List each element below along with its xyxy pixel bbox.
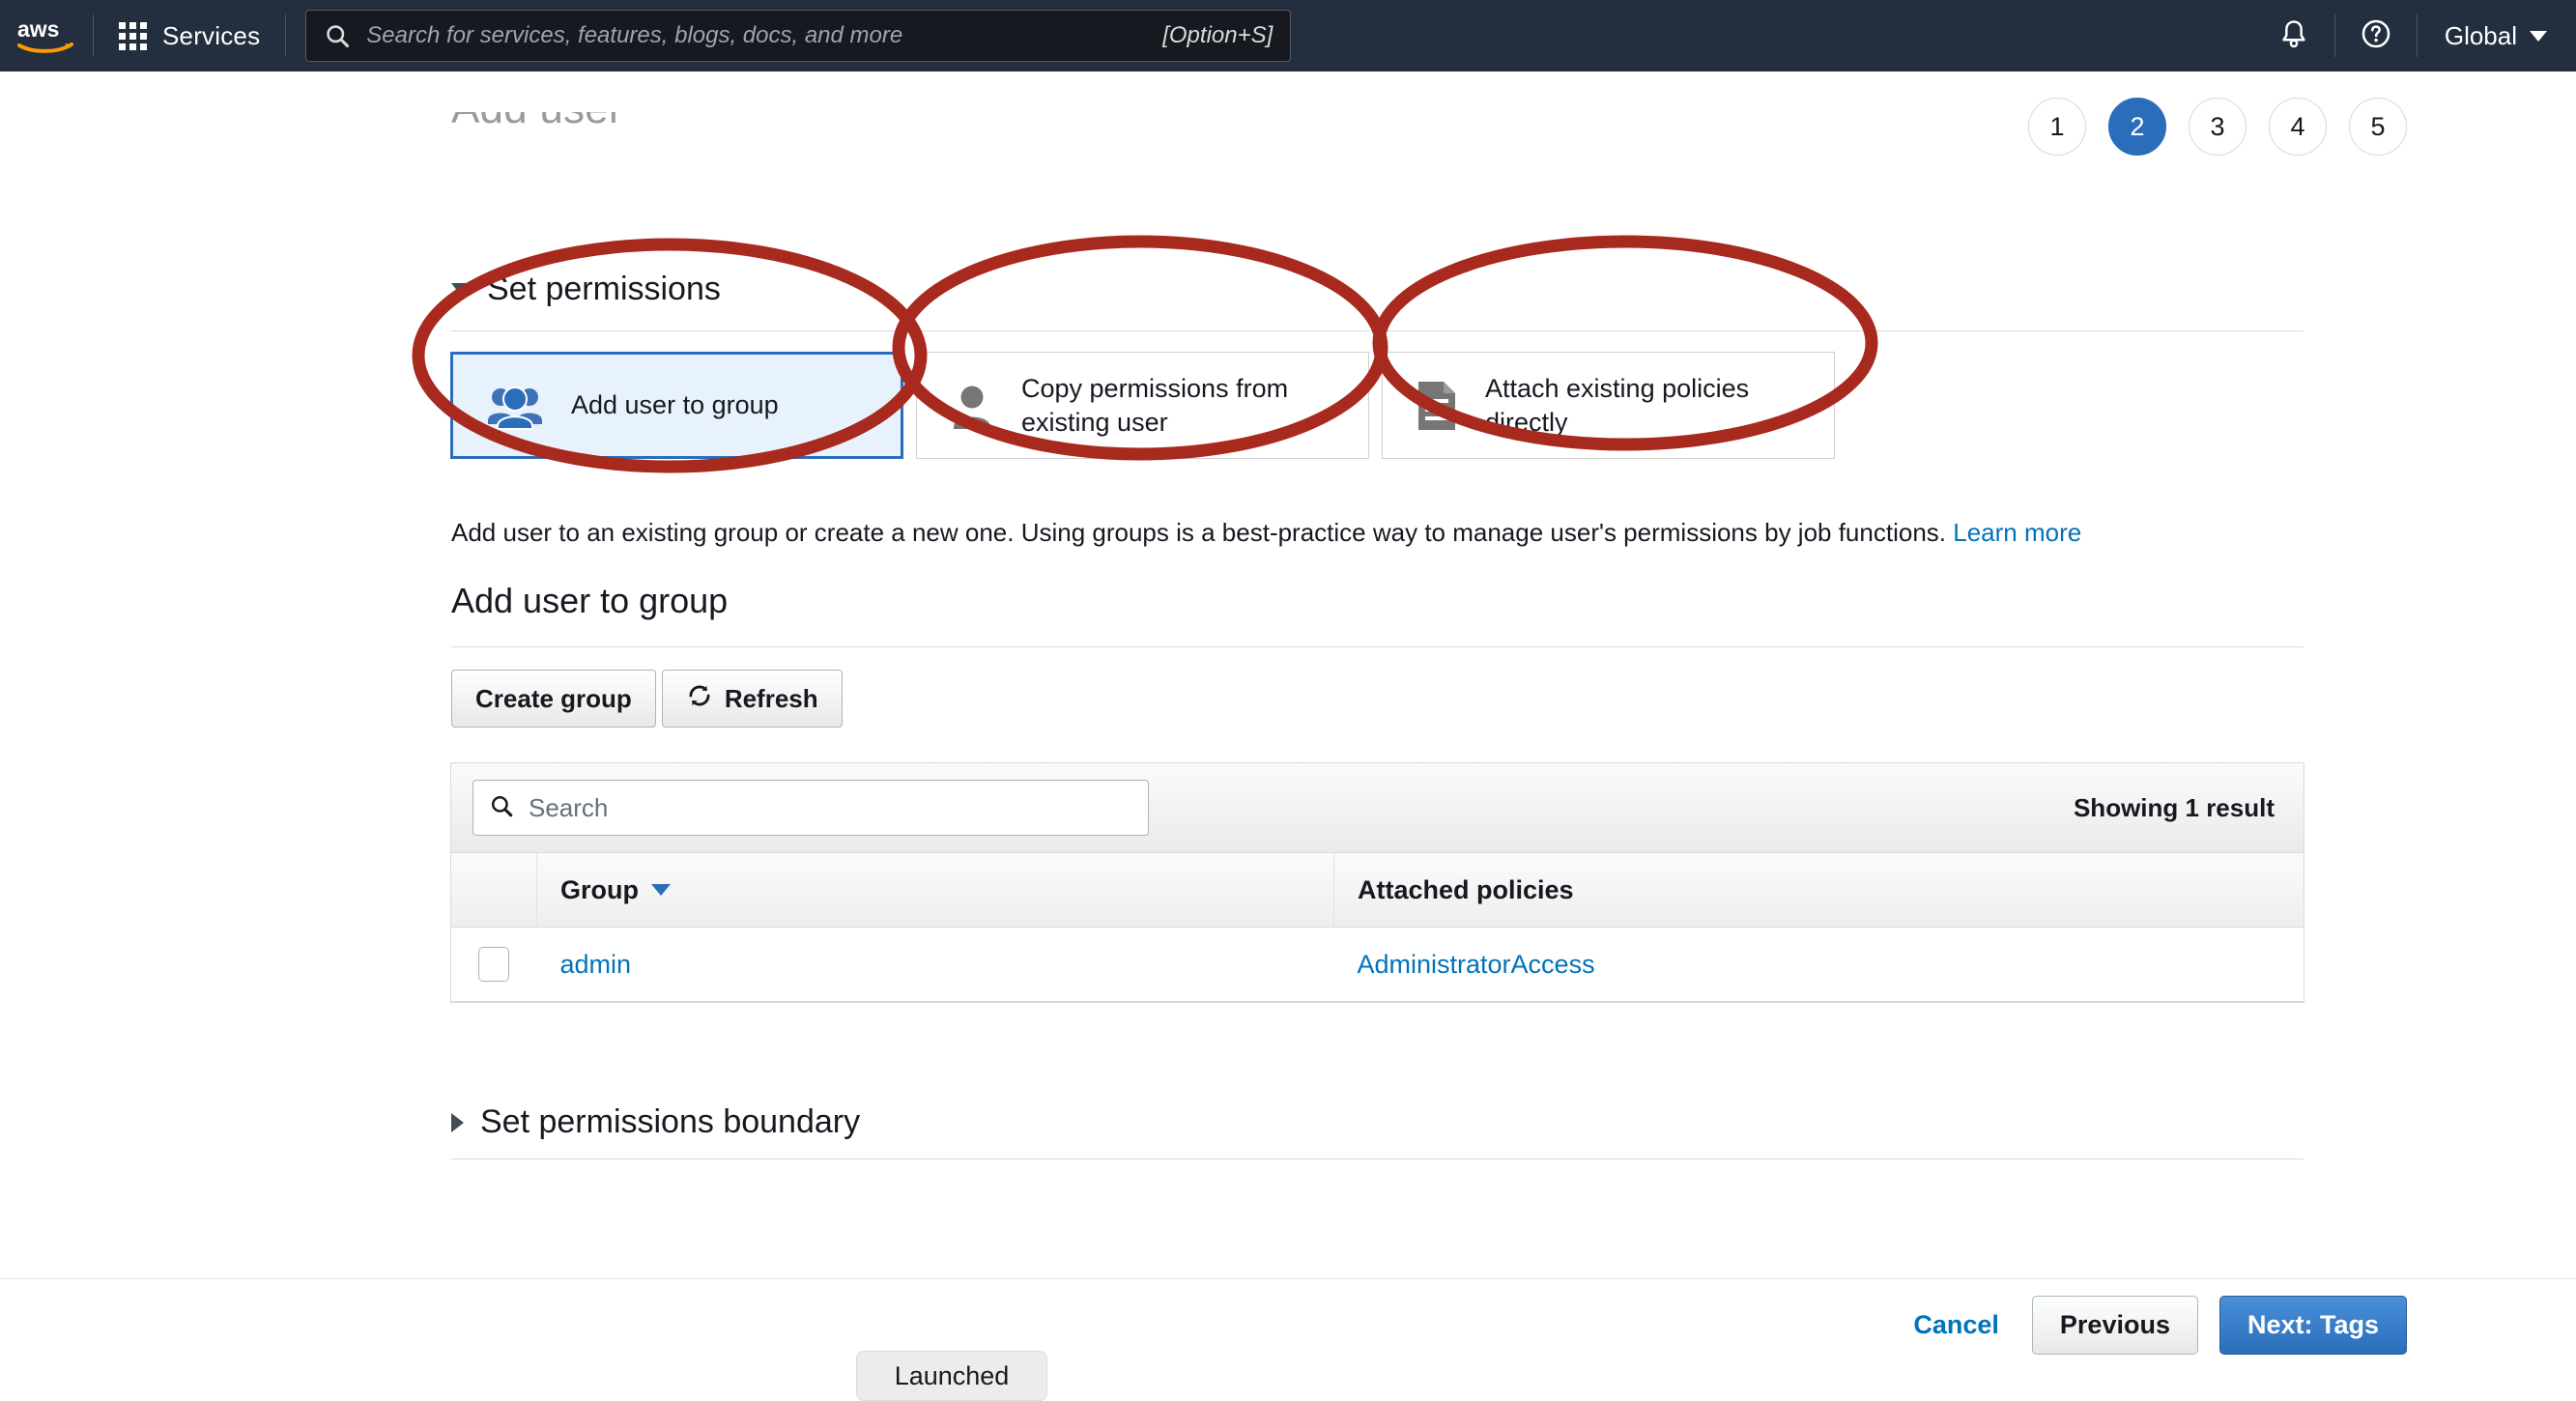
select-all-column-header [451, 853, 537, 928]
permission-option-cards: Add user to group Copy permissions from … [450, 352, 1835, 459]
group-column-label: Group [560, 874, 639, 904]
nav-right-cluster: Global [2253, 0, 2576, 71]
groups-table-head: Group Attached policies [451, 853, 2304, 928]
nav-divider [285, 14, 287, 57]
wizard-step-2[interactable]: 2 [2108, 98, 2166, 156]
region-selector[interactable]: Global [2418, 0, 2576, 71]
set-permissions-title: Set permissions [487, 271, 721, 307]
cancel-button[interactable]: Cancel [1902, 1310, 2011, 1340]
result-count-label: Showing 1 result [2073, 792, 2275, 822]
chevron-right-icon [451, 1112, 464, 1132]
groups-table-panel: Showing 1 result Group Attached policies [450, 762, 2304, 1003]
user-icon [950, 382, 994, 430]
search-shortcut-hint: [Option+S] [1162, 22, 1274, 48]
permission-card-copy-permissions[interactable]: Copy permissions from existing user [916, 352, 1369, 459]
page-title: Add user [451, 85, 623, 132]
row-policies-cell: AdministratorAccess [1333, 927, 2304, 1002]
svg-text:aws: aws [17, 16, 59, 42]
create-group-button[interactable]: Create group [451, 670, 656, 728]
permission-card-label: Attach existing policies directly [1485, 373, 1750, 437]
chevron-down-icon [2530, 30, 2547, 42]
document-lines-icon [1416, 380, 1458, 432]
page-content: Add user 1 2 3 4 5 Set permissions Add u… [0, 71, 2576, 1278]
create-group-label: Create group [475, 683, 632, 713]
help-button[interactable] [2335, 0, 2417, 71]
services-menu-label: Services [162, 20, 261, 50]
attached-policies-column-label: Attached policies [1358, 874, 1574, 904]
help-circle-icon [2360, 17, 2392, 55]
chevron-down-icon [451, 283, 471, 296]
refresh-icon [686, 682, 713, 716]
refresh-button[interactable]: Refresh [661, 670, 843, 728]
groups-table: Group Attached policies admin Administra… [451, 853, 2304, 1002]
launched-pill: Launched [856, 1351, 1047, 1401]
add-user-to-group-title: Add user to group [451, 581, 729, 620]
permission-card-attach-policies[interactable]: Attach existing policies directly [1382, 352, 1835, 459]
global-search-box[interactable]: [Option+S] [305, 10, 1292, 62]
groups-table-body: admin AdministratorAccess [451, 927, 2304, 1002]
row-group-cell: admin [536, 927, 1334, 1002]
top-navigation-bar: aws Services [Option+S] [0, 0, 2576, 71]
set-permissions-section-header[interactable]: Set permissions [451, 271, 721, 308]
section-divider [451, 330, 2304, 331]
permissions-help-text: Add user to an existing group or create … [451, 518, 2081, 548]
wizard-step-1[interactable]: 1 [2028, 98, 2086, 156]
permission-card-label: Copy permissions from existing user [1021, 373, 1289, 437]
aws-logo[interactable]: aws [0, 0, 93, 71]
wizard-step-5[interactable]: 5 [2349, 98, 2407, 156]
wizard-step-indicator: 1 2 3 4 5 [2028, 98, 2407, 156]
previous-button[interactable]: Previous [2031, 1296, 2198, 1355]
users-group-icon [486, 382, 544, 430]
permission-card-add-user-to-group[interactable]: Add user to group [450, 352, 903, 459]
search-icon [489, 793, 514, 823]
services-menu-button[interactable]: Services [94, 0, 285, 71]
table-row[interactable]: admin AdministratorAccess [451, 927, 2304, 1002]
group-action-buttons: Create group Refresh [451, 670, 843, 728]
permission-card-label: Add user to group [571, 390, 779, 420]
group-name-link[interactable]: admin [560, 950, 632, 979]
attached-policies-column-header[interactable]: Attached policies [1333, 853, 2304, 928]
groups-table-toolbar: Showing 1 result [451, 763, 2304, 853]
notifications-button[interactable] [2253, 0, 2334, 71]
group-search-box[interactable] [472, 780, 1149, 836]
wizard-footer: Cancel Previous Next: Tags [0, 1278, 2576, 1375]
group-search-input[interactable] [527, 791, 1132, 824]
region-label: Global [2444, 20, 2517, 50]
refresh-label: Refresh [724, 683, 818, 713]
next-tags-button[interactable]: Next: Tags [2218, 1296, 2407, 1355]
section-divider [451, 1158, 2304, 1159]
footer-action-buttons: Cancel Previous Next: Tags [1902, 1296, 2407, 1355]
attached-policy-link[interactable]: AdministratorAccess [1358, 950, 1595, 979]
permissions-help-sentence: Add user to an existing group or create … [451, 518, 1946, 547]
wizard-step-3[interactable]: 3 [2189, 98, 2247, 156]
bell-icon [2277, 17, 2310, 55]
row-select-cell [451, 927, 537, 1002]
caret-down-icon [651, 884, 671, 896]
group-column-header[interactable]: Group [536, 853, 1334, 928]
table-header-row: Group Attached policies [451, 853, 2304, 928]
learn-more-link[interactable]: Learn more [1953, 518, 2081, 547]
global-search-input[interactable] [364, 21, 1152, 50]
set-permissions-boundary-title: Set permissions boundary [480, 1103, 861, 1140]
search-icon [324, 22, 351, 49]
set-permissions-boundary-section-header[interactable]: Set permissions boundary [451, 1103, 860, 1141]
row-checkbox[interactable] [478, 947, 510, 982]
section-divider [451, 646, 2304, 647]
grid-icon [119, 21, 147, 50]
wizard-step-4[interactable]: 4 [2269, 98, 2327, 156]
